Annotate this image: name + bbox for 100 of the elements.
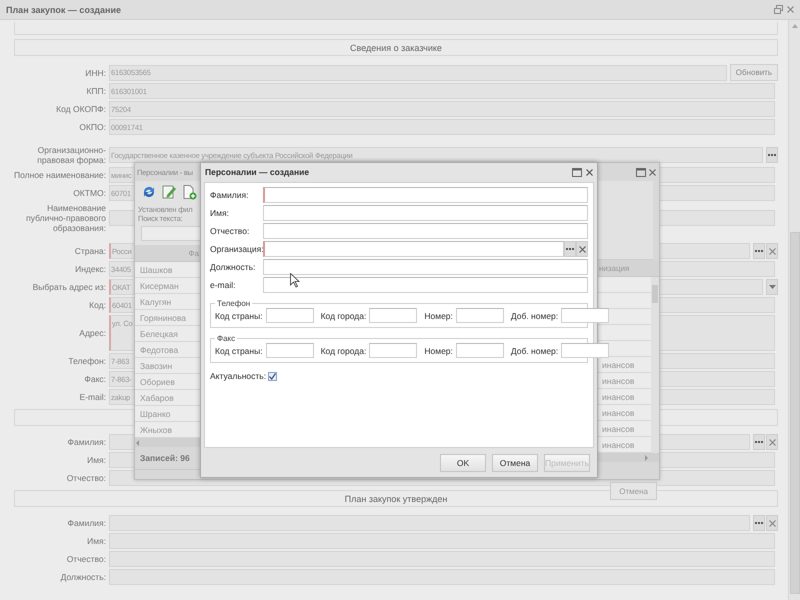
input-field[interactable] — [109, 551, 775, 567]
text-field[interactable] — [263, 187, 588, 203]
checkbox-label: Актуальность: — [210, 371, 266, 381]
refresh-button[interactable]: Обновить — [730, 64, 778, 81]
dropdown-button[interactable] — [766, 279, 778, 295]
scrollbar[interactable] — [788, 20, 800, 600]
scrollbar[interactable] — [651, 277, 659, 453]
text-field[interactable] — [263, 205, 588, 221]
field-label: Код города: — [320, 346, 366, 356]
text-field[interactable] — [266, 343, 314, 358]
column-header[interactable]: низация — [597, 260, 659, 277]
field-label: Фамилия: — [66, 437, 106, 447]
field-label: Адрес: — [78, 328, 106, 338]
lookup-button[interactable] — [766, 147, 778, 163]
field-label: Индекс: — [74, 264, 106, 274]
mouse-cursor-icon — [290, 273, 300, 288]
close-icon — [768, 520, 776, 526]
text-field[interactable] — [266, 308, 314, 323]
group-title: Факс — [216, 334, 236, 343]
close-icon — [768, 438, 776, 446]
input-field[interactable] — [109, 533, 775, 549]
text-field[interactable] — [263, 223, 588, 239]
close-icon — [586, 168, 593, 176]
field-label: Имя: — [86, 536, 106, 546]
ellipsis-icon — [755, 250, 763, 252]
field-label: e-mail: — [210, 280, 237, 290]
field-label: Фамилия: — [66, 518, 106, 528]
field-label: ОКТМО: — [72, 188, 106, 198]
scroll-up-icon[interactable] — [792, 24, 798, 28]
field-label: Код страны: — [215, 310, 263, 320]
clear-button[interactable] — [766, 515, 778, 531]
field-label: Код страны: — [215, 346, 263, 356]
lookup-button[interactable] — [753, 243, 765, 259]
field-label: Имя: — [210, 208, 230, 218]
field-label: Страна: — [74, 246, 106, 256]
section-header: Сведения о заказчике — [14, 39, 778, 56]
checkbox[interactable] — [268, 372, 278, 380]
text-field[interactable] — [561, 343, 610, 358]
dialog-title: Персоналии — создание — [205, 167, 310, 177]
field-label: Код: — [88, 300, 106, 310]
ellipsis-icon — [566, 248, 574, 250]
record-count: Записей: 96 — [139, 452, 191, 465]
cancel-button[interactable]: Отмена — [610, 482, 657, 500]
field-label: Доб. номер: — [510, 310, 558, 320]
field-label: ИНН: — [84, 68, 106, 78]
text-field[interactable] — [369, 343, 418, 358]
ellipsis-icon — [755, 440, 763, 444]
field-label: Номер: — [424, 346, 453, 356]
clear-button[interactable] — [766, 434, 778, 450]
ellipsis-icon — [755, 522, 763, 524]
close-icon — [787, 6, 794, 13]
refresh-icon[interactable] — [141, 184, 157, 200]
search-field[interactable] — [141, 226, 201, 241]
close-icon — [768, 248, 776, 254]
close-icon — [649, 168, 656, 176]
column-header[interactable]: Фа — [135, 245, 201, 262]
field-label: E-mail: — [78, 392, 106, 402]
close-icon — [578, 246, 586, 252]
text-field[interactable] — [369, 308, 418, 323]
text-field[interactable] — [561, 308, 610, 323]
field-label: Код ОКОПФ: — [55, 104, 106, 114]
add-document-icon[interactable] — [181, 184, 197, 200]
text-field[interactable] — [456, 343, 504, 358]
maximize-icon[interactable] — [636, 168, 646, 176]
field-label: Отчество: — [66, 473, 106, 483]
field-label: Фамилия: — [210, 190, 250, 200]
ellipsis-icon — [768, 154, 776, 156]
text-field[interactable] — [263, 277, 588, 293]
maximize-icon[interactable] — [572, 168, 582, 176]
field-label: Полное наименование: — [14, 170, 106, 180]
input-field[interactable] — [109, 515, 750, 531]
field-label: ОКПО: — [78, 122, 106, 132]
field-label: Отчество: — [210, 226, 250, 236]
lookup-button[interactable] — [564, 241, 576, 257]
field-label: Номер: — [424, 310, 453, 320]
clear-button[interactable] — [766, 243, 778, 259]
input-field[interactable] — [109, 569, 775, 585]
restore-icon[interactable] — [774, 5, 783, 14]
field-label: Телефон: — [67, 356, 106, 366]
field-label: Должность: — [210, 262, 256, 272]
window-title: План закупок — создание — [6, 4, 122, 14]
field-label: Выбрать адрес из: — [32, 282, 106, 292]
text-field[interactable] — [263, 259, 588, 275]
lookup-button[interactable] — [753, 515, 765, 531]
edit-icon[interactable] — [161, 184, 177, 200]
field-label: КПП: — [85, 86, 106, 96]
dialog-button[interactable]: Отмена — [492, 454, 538, 472]
text-field[interactable] — [263, 241, 564, 257]
field-label: Организационно-правовая форма: — [36, 145, 106, 165]
field-label: Код города: — [320, 310, 366, 320]
lookup-button[interactable] — [753, 434, 765, 450]
group-title: Телефон — [216, 299, 252, 308]
check-icon — [269, 372, 276, 380]
field-label: Наименование публично-правового образования: — [25, 203, 106, 233]
dialog-button[interactable]: OK — [440, 454, 486, 472]
field-label: Доб. номер: — [510, 346, 558, 356]
text-field[interactable] — [456, 308, 504, 323]
clear-button[interactable] — [576, 241, 588, 257]
field-label: Отчество: — [66, 554, 106, 564]
caret-icon — [768, 285, 776, 289]
